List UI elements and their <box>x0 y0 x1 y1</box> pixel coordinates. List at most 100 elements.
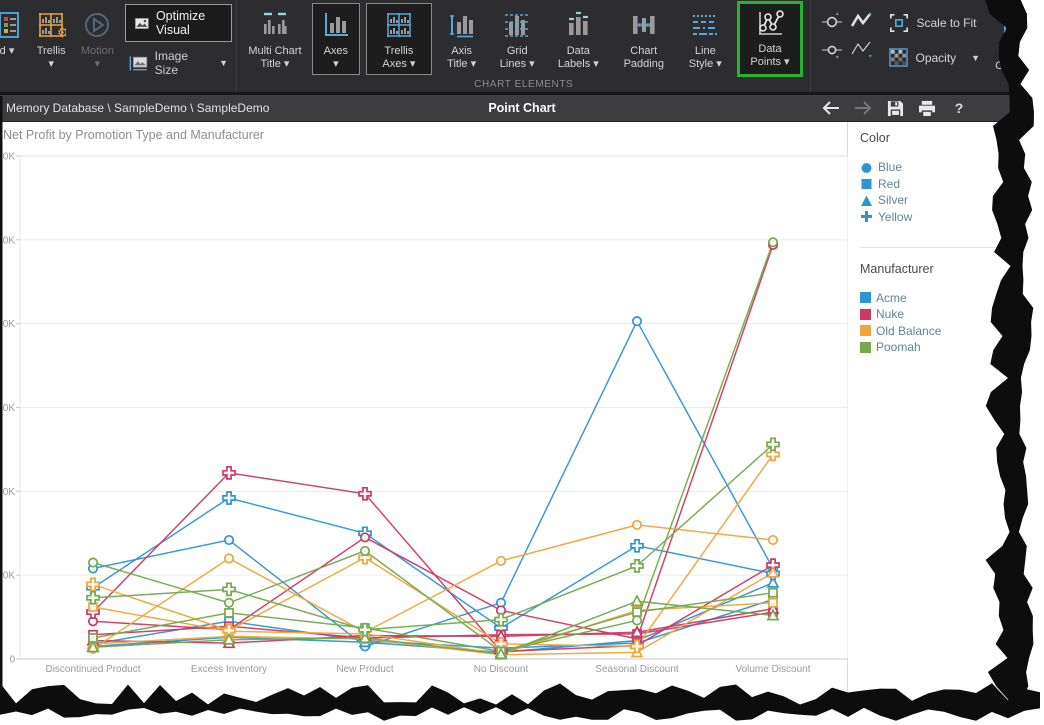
toolbar-item-motion[interactable]: Motion ▾ <box>74 3 120 89</box>
legend-icon <box>0 10 22 40</box>
data-points-icon <box>755 8 785 38</box>
legend-divider <box>860 247 1032 248</box>
gear-icon: ⚙ <box>57 25 66 40</box>
toolbar-item-data-points[interactable]: Data Points ▾ <box>737 1 804 77</box>
line-width-decrease-button[interactable] <box>849 38 875 62</box>
axis-title-icon <box>447 10 477 40</box>
legend-item-old-balance[interactable]: Old Balance <box>860 323 1044 339</box>
play-motion-icon <box>82 10 112 40</box>
save-button[interactable] <box>884 98 906 118</box>
point-chart-plot[interactable]: 010K20K30K40K50K60KDiscontinued ProductE… <box>0 148 848 696</box>
forward-button[interactable] <box>852 98 874 118</box>
svg-text:Excess Inventory: Excess Inventory <box>191 664 267 675</box>
toolbar-item-grid-lines[interactable]: Grid Lines ▾ <box>489 3 545 75</box>
toolbar-item-axes[interactable]: Axes ▾ <box>312 3 360 75</box>
opacity-label: Opacity <box>915 51 956 65</box>
toolbar-label: Grid Lines ▾ <box>495 45 539 71</box>
svg-text:Discontinued Product: Discontinued Product <box>45 664 140 675</box>
save-icon <box>887 100 904 117</box>
axes-icon <box>321 10 351 40</box>
point-size-decrease-button[interactable] <box>819 38 845 62</box>
opacity-button[interactable]: Opacity ▼ <box>883 43 986 72</box>
chevron-down-icon: ▼ <box>219 58 228 68</box>
square-marker-icon <box>860 177 873 190</box>
toolbar-label: Motion ▾ <box>80 45 114 71</box>
ribbon-toolbar: d ▾ ⚙ Trellis ▾ Motio <box>0 0 1044 92</box>
multi-chart-title-icon <box>260 10 290 40</box>
legend-item-blue[interactable]: Blue <box>860 159 1044 175</box>
legend-item-poomah[interactable]: Poomah <box>860 339 1044 355</box>
back-button[interactable] <box>820 98 842 118</box>
trellis-icon: ⚙ <box>36 10 66 40</box>
app-window: d ▾ ⚙ Trellis ▾ Motio <box>0 0 1044 725</box>
legend-item-acme[interactable]: Acme <box>860 290 1044 306</box>
help-button[interactable]: ? <box>948 98 970 118</box>
toolbar-label: Data Points ▾ <box>746 43 795 69</box>
color-swatch <box>860 292 871 303</box>
legend-item-nuke[interactable]: Nuke <box>860 306 1044 322</box>
legend-panel: Color Blue Red Silver Yellow Manufacture… <box>848 122 1044 725</box>
image-size-button[interactable]: Image Size ▼ <box>125 42 232 77</box>
line-width-increase-button[interactable] <box>849 8 875 32</box>
svg-text:New Product: New Product <box>336 664 393 675</box>
svg-text:20K: 20K <box>0 487 15 498</box>
point-size-increase-button[interactable] <box>819 8 845 32</box>
plus-marker-icon <box>860 210 873 223</box>
toolbar-item-legend-partial[interactable]: d ▾ <box>0 3 28 89</box>
titlebar-actions: ? <box>820 98 1044 118</box>
svg-text:No Discount: No Discount <box>474 664 529 675</box>
toolbar-label: Axis Title ▾ <box>442 45 481 71</box>
legend-label: Poomah <box>876 340 921 354</box>
content-region: Net Profit by Promotion Type and Manufac… <box>0 122 1044 725</box>
circle-marker-icon <box>860 161 873 174</box>
toolbar-label: d ▾ <box>0 45 14 58</box>
document-titlebar: Memory Database \ SampleDemo \ SampleDem… <box>0 92 1044 122</box>
triangle-marker-icon <box>860 194 873 207</box>
legend-label: Red <box>878 177 900 191</box>
data-labels-icon <box>563 10 593 40</box>
toolbar-item-trellis[interactable]: ⚙ Trellis ▾ <box>30 3 72 89</box>
grid-lines-icon <box>502 10 532 40</box>
legend-item-silver[interactable]: Silver <box>860 192 1044 208</box>
line-thinner-icon <box>850 40 874 60</box>
toolbar-label: Trellis Axes ▾ <box>375 45 423 71</box>
toolbar-item-axis-title[interactable]: Axis Title ▾ <box>436 3 487 75</box>
toolbar-right-cluster: Scale to Fit Opacity ▼ <box>810 0 1044 92</box>
chart-canvas[interactable]: Net Profit by Promotion Type and Manufac… <box>0 122 848 725</box>
legend-label: Blue <box>878 160 902 174</box>
toolbar-label: Trellis ▾ <box>36 45 66 71</box>
svg-text:40K: 40K <box>0 319 15 330</box>
image-size-icon <box>129 55 148 72</box>
legend-item-red[interactable]: Red <box>860 176 1044 192</box>
toolbar-item-trellis-axes[interactable]: Trellis Axes ▾ <box>366 3 432 75</box>
toolbar-item-data-labels[interactable]: Data Labels ▾ <box>547 3 609 75</box>
axis-options-icon: ⚙ <box>999 12 1029 42</box>
back-arrow-icon <box>821 100 841 116</box>
toolbar-label: Axis Options ▾ <box>995 47 1033 86</box>
toolbar-stack-visual: Optimize Visual Image Size ▼ <box>125 4 232 88</box>
scale-to-fit-label: Scale to Fit <box>916 16 976 30</box>
forward-arrow-icon <box>853 100 873 116</box>
toolbar-label: Chart Padding <box>617 45 670 71</box>
toolbar-label: Axes ▾ <box>321 45 351 71</box>
toolbar-item-line-style[interactable]: Line Style ▾ <box>678 3 733 75</box>
chevron-down-icon: ▼ <box>971 53 980 63</box>
legend-label: Yellow <box>878 210 912 224</box>
legend-manufacturer-header: Manufacturer <box>860 262 1044 276</box>
breadcrumb[interactable]: Memory Database \ SampleDemo \ SampleDem… <box>6 101 269 115</box>
line-style-icon <box>690 10 720 40</box>
optimize-visual-button[interactable]: Optimize Visual <box>125 4 232 42</box>
toolbar-item-axis-options[interactable]: ⚙ Axis Options ▾ <box>989 5 1039 75</box>
toolbar-item-chart-padding[interactable]: Chart Padding <box>611 3 676 75</box>
chart-padding-icon <box>629 10 659 40</box>
print-button[interactable] <box>916 98 938 118</box>
scale-to-fit-button[interactable]: Scale to Fit <box>883 8 986 37</box>
svg-text:10K: 10K <box>0 571 15 582</box>
svg-text:30K: 30K <box>0 403 15 414</box>
toolbar-label: Data Labels ▾ <box>553 45 603 71</box>
legend-item-yellow[interactable]: Yellow <box>860 209 1044 225</box>
legend-label: Nuke <box>876 307 904 321</box>
toolbar-item-multi-chart-title[interactable]: Multi Chart Title ▾ <box>242 3 308 75</box>
color-swatch <box>860 325 871 336</box>
chart-title: Net Profit by Promotion Type and Manufac… <box>0 122 847 142</box>
